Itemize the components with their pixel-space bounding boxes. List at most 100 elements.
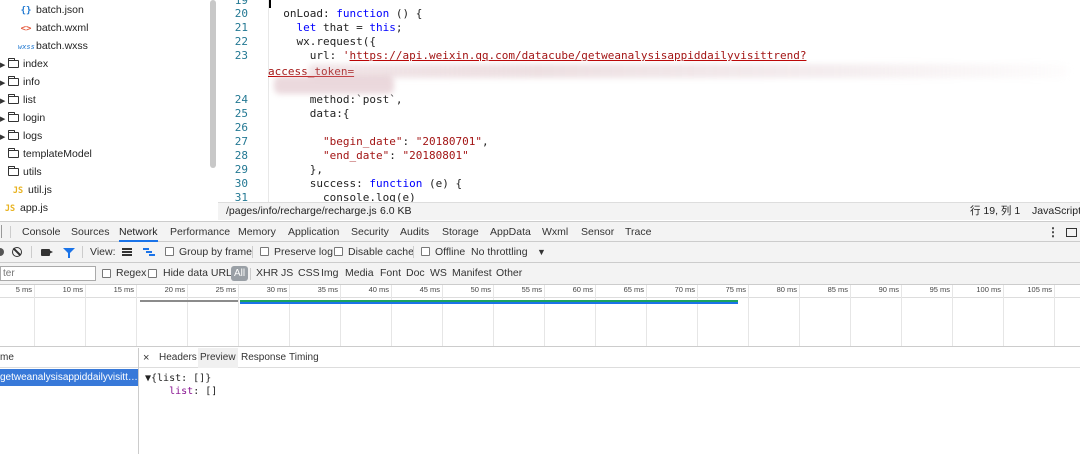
more-options-icon[interactable]: ⋮: [1047, 222, 1059, 242]
tree-item-label: list: [23, 94, 36, 106]
folder-open-icon: [8, 166, 19, 176]
tab-memory[interactable]: Memory: [238, 222, 276, 242]
file-size: 6.0 KB: [380, 205, 412, 217]
editor-gutter-divider: [268, 0, 269, 202]
filter-input[interactable]: [0, 266, 96, 281]
close-icon[interactable]: ×: [143, 348, 149, 368]
timeline-gridline: [697, 285, 698, 346]
preserve-log-label: Preserve log: [274, 246, 333, 258]
offline-label: Offline: [435, 246, 466, 258]
timeline-tick-label: 35 ms: [317, 285, 338, 294]
json-root[interactable]: ▼{list: []}: [145, 373, 211, 384]
timeline-tick-label: 5 ms: [15, 285, 32, 294]
network-timeline[interactable]: 5 ms 10 ms 15 ms 20 ms 25 ms 30 ms 35 ms 40 ms 4…: [0, 285, 1080, 347]
tab-console[interactable]: Console: [22, 222, 61, 242]
tab-performance[interactable]: Performance: [170, 222, 230, 242]
wxml-file-icon: <>: [20, 24, 32, 34]
record-icon[interactable]: [0, 248, 4, 256]
folder-icon: [8, 130, 19, 140]
tab-timing[interactable]: Timing: [287, 348, 321, 368]
line-number: 23: [234, 49, 248, 62]
tree-item[interactable]: <> batch.wxml: [18, 19, 89, 37]
timeline-tick-label: 85 ms: [827, 285, 848, 294]
tree-item[interactable]: JS app.js: [2, 199, 48, 217]
regex-checkbox[interactable]: [102, 269, 111, 278]
tree-item-label: info: [23, 76, 40, 88]
filter-all[interactable]: All: [231, 266, 249, 281]
filter-js[interactable]: JS: [281, 263, 293, 284]
inspect-icon[interactable]: [1, 225, 2, 238]
json-preview[interactable]: ▼{list: []} list: []: [145, 372, 217, 398]
hide-data-urls-label: Hide data URLs: [163, 267, 238, 279]
tree-item[interactable]: JS util.js: [10, 181, 52, 199]
tab-appdata[interactable]: AppData: [490, 222, 531, 242]
tree-scrollbar[interactable]: [210, 0, 216, 168]
timeline-gridline: [391, 285, 392, 346]
filter-font[interactable]: Font: [380, 263, 401, 284]
name-column-header[interactable]: me: [0, 348, 138, 368]
timeline-tick-label: 55 ms: [521, 285, 542, 294]
filter-css[interactable]: CSS: [298, 263, 320, 284]
devtools-tab-bar: Console Sources Network Performance Memo…: [0, 221, 1080, 242]
tree-item-label: utils: [23, 166, 42, 178]
throttling-select[interactable]: No throttling: [471, 242, 528, 262]
tree-item[interactable]: ▶ logs: [0, 127, 42, 145]
tab-preview[interactable]: Preview: [198, 348, 238, 368]
tab-sources[interactable]: Sources: [71, 222, 110, 242]
tab-network[interactable]: Network: [119, 222, 158, 242]
dock-side-icon[interactable]: [1066, 228, 1077, 237]
filter-other[interactable]: Other: [496, 263, 522, 284]
tree-item[interactable]: ▶ login: [0, 109, 45, 127]
disable-cache-checkbox[interactable]: [334, 247, 343, 256]
preserve-log-checkbox[interactable]: [260, 247, 269, 256]
tree-item[interactable]: ▶ info: [0, 73, 40, 91]
filter-media[interactable]: Media: [345, 263, 374, 284]
timeline-tick-label: 20 ms: [164, 285, 185, 294]
request-row-selected[interactable]: getweanalysisappiddailyvisittr...: [0, 369, 138, 386]
filter-img[interactable]: Img: [321, 263, 339, 284]
tree-item[interactable]: utils: [0, 163, 42, 181]
language-mode[interactable]: JavaScript: [1032, 203, 1080, 220]
filter-manifest[interactable]: Manifest: [452, 263, 492, 284]
view-label: View:: [90, 246, 116, 258]
tree-item-label: batch.wxml: [36, 22, 89, 34]
tab-headers[interactable]: Headers: [157, 348, 199, 368]
tab-security[interactable]: Security: [351, 222, 389, 242]
tab-storage[interactable]: Storage: [442, 222, 479, 242]
timeline-axis: [0, 297, 1080, 298]
tab-application[interactable]: Application: [288, 222, 339, 242]
timeline-gridline: [85, 285, 86, 346]
tab-sensor[interactable]: Sensor: [581, 222, 614, 242]
timeline-tick-label: 70 ms: [674, 285, 695, 294]
tab-response[interactable]: Response: [239, 348, 288, 368]
filter-ws[interactable]: WS: [430, 263, 447, 284]
tab-wxml[interactable]: Wxml: [542, 222, 568, 242]
offline-checkbox[interactable]: [421, 247, 430, 256]
tree-item-label: util.js: [28, 184, 52, 196]
tree-item[interactable]: wxssbatch.wxss: [18, 37, 88, 55]
divider: [413, 246, 414, 258]
filter-icon[interactable]: [63, 248, 75, 258]
code-editor[interactable]: 19 20 onLoad: function () {21 let that = …: [218, 0, 1080, 202]
overview-icon[interactable]: [143, 248, 155, 256]
file-tree: {} batch.json <> batch.wxml wxssbatch.wxss ▶ i…: [0, 0, 218, 220]
tree-item[interactable]: {} batch.json: [18, 1, 84, 19]
hide-data-urls-checkbox[interactable]: [148, 269, 157, 278]
tab-trace[interactable]: Trace: [625, 222, 651, 242]
tree-item-label: app.js: [20, 202, 49, 214]
cursor-position[interactable]: 行 19, 列 1: [970, 203, 1020, 220]
tree-item[interactable]: ▶ index: [0, 55, 48, 73]
regex-label: Regex: [116, 267, 147, 279]
clear-icon[interactable]: [12, 247, 22, 257]
capture-screenshots-icon[interactable]: [41, 249, 53, 256]
timeline-gridline: [748, 285, 749, 346]
tree-item[interactable]: templateModel: [0, 145, 92, 163]
filter-xhr[interactable]: XHR: [256, 263, 278, 284]
group-by-frame-checkbox[interactable]: [165, 247, 174, 256]
tree-item[interactable]: ▶ list: [0, 91, 36, 109]
large-rows-icon[interactable]: [122, 248, 132, 256]
chevron-down-icon[interactable]: ▼: [537, 242, 546, 262]
tab-audits[interactable]: Audits: [400, 222, 429, 242]
filter-doc[interactable]: Doc: [406, 263, 425, 284]
filter-bar: Regex Hide data URLs All XHR JS CSS Img …: [0, 263, 1080, 285]
